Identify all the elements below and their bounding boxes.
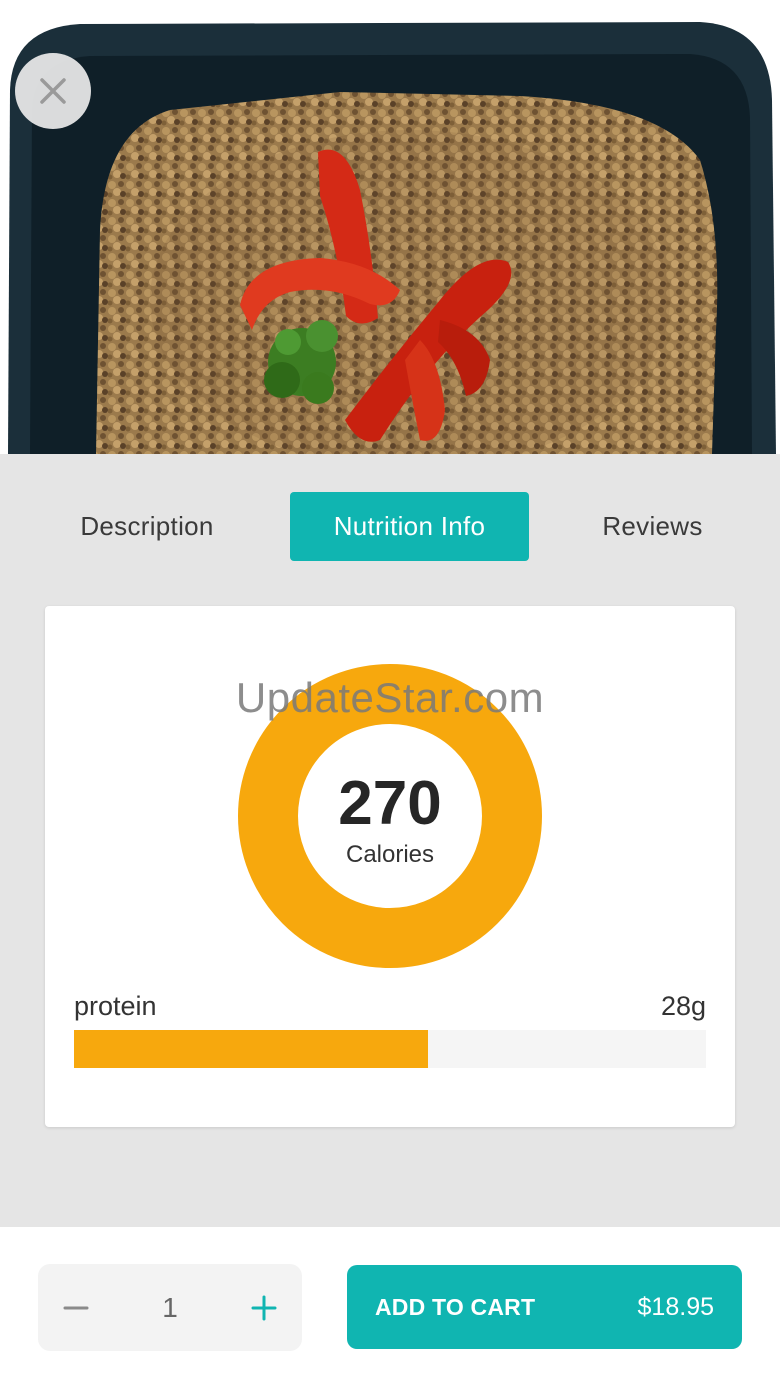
- add-to-cart-label: ADD TO CART: [375, 1294, 536, 1320]
- tab-reviews[interactable]: Reviews: [554, 492, 751, 561]
- meal-photo: 5:46 PM: [0, 0, 780, 454]
- minus-icon: [63, 1306, 89, 1309]
- quantity-stepper: 1: [38, 1264, 302, 1351]
- quantity-value: 1: [162, 1292, 178, 1323]
- increment-button[interactable]: [226, 1264, 302, 1351]
- bottom-action-bar: 1 ADD TO CART $18.95: [0, 1227, 780, 1387]
- close-icon: [40, 78, 66, 104]
- calorie-value: 270: [338, 769, 442, 838]
- close-button[interactable]: [15, 53, 91, 129]
- watermark: UpdateStar.com: [235, 674, 545, 721]
- status-bar-time: 5:46 PM: [348, 0, 432, 21]
- tab-nutrition-info[interactable]: Nutrition Info: [290, 492, 529, 561]
- cart-price: $18.95: [637, 1293, 714, 1321]
- calorie-label: Calories: [345, 841, 435, 868]
- macro-name-protein: protein: [74, 991, 157, 1021]
- meal-illustration: [0, 0, 780, 454]
- protein-progress-fill: [74, 1030, 428, 1068]
- tab-description[interactable]: Description: [28, 492, 266, 561]
- detail-tabs: Description Nutrition Info Reviews: [0, 454, 780, 600]
- nutrition-card: UpdateStar.com 270 Calories protein 28g: [45, 606, 735, 1127]
- macro-value-protein: 28g: [660, 991, 706, 1021]
- plus-icon: [251, 1295, 277, 1320]
- add-to-cart-button[interactable]: ADD TO CART $18.95: [347, 1265, 742, 1349]
- decrement-button[interactable]: [38, 1264, 114, 1351]
- protein-progress-bar: [74, 1030, 706, 1068]
